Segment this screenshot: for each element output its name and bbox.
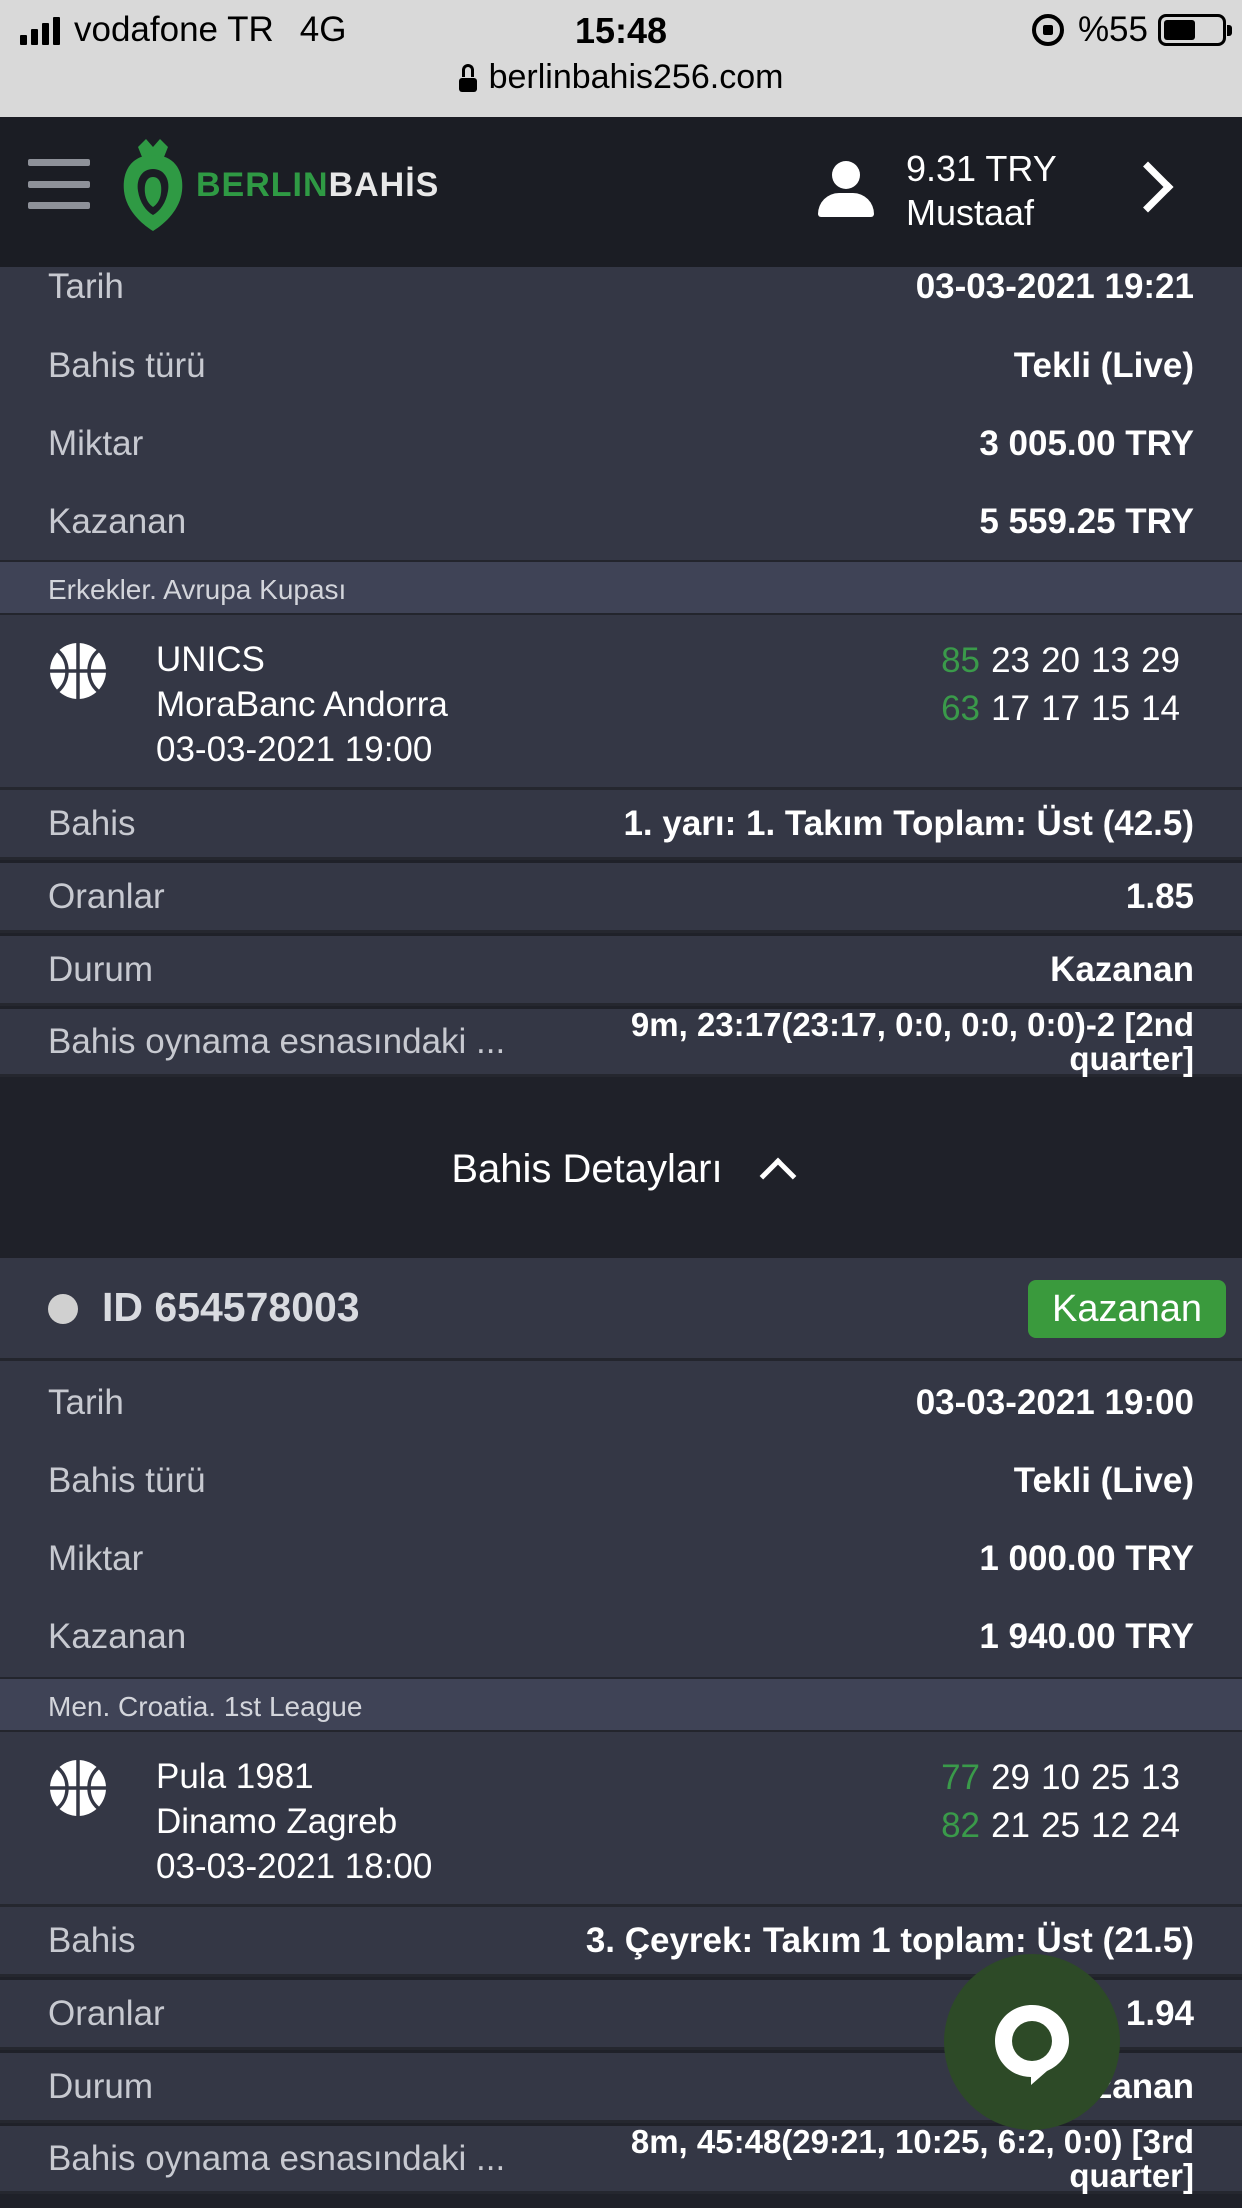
menu-icon[interactable] [28,159,90,209]
status-dot-icon [48,1294,78,1324]
scoreboard: 77 29 10 25 13 82 21 25 12 24 [930,1754,1180,1850]
address-bar[interactable]: berlinbahis256.com [0,58,1242,97]
team-away: MoraBanc Andorra [156,685,448,724]
live-chat-button[interactable] [944,1954,1120,2130]
url-text[interactable]: berlinbahis256.com [489,58,784,97]
summary-row-amount: Miktar 3 005.00 TRY [48,424,1194,463]
lion-logo-icon [123,139,183,231]
bet-id: ID 654578003 [102,1284,360,1330]
summary-row-winnings: Kazanan 1 940.00 TRY [48,1617,1194,1656]
chat-icon [995,2005,1069,2085]
account-info[interactable]: 9.31 TRY Mustaaf [906,147,1057,235]
team-home: Pula 1981 [156,1757,314,1796]
logo-text-white: BAHİS [328,165,440,204]
lock-icon [458,63,477,92]
detail-row-live-info: Bahis oynama esnasındaki ... 8m, 45:48(2… [0,2124,1242,2194]
team-home: UNICS [156,640,265,679]
balance-amount: 9.31 TRY [906,148,1057,189]
toggle-label: Bahis Detayları [451,1146,723,1191]
league-name: Men. Croatia. 1st League [0,1677,1242,1732]
match-datetime: 03-03-2021 18:00 [156,1847,433,1886]
app-header: BERLINBAHİS 9.31 TRY Mustaaf [0,117,1242,267]
summary-row-type: Bahis türü Tekli (Live) [48,1461,1194,1500]
league-name: Erkekler. Avrupa Kupası [0,560,1242,615]
summary-row-winnings: Kazanan 5 559.25 TRY [48,502,1194,541]
bet-details-toggle[interactable]: Bahis Detayları [0,1100,1242,1238]
home-scores: 85 23 20 13 29 [941,641,1180,680]
away-scores: 82 21 25 12 24 [941,1806,1180,1845]
away-scores: 63 17 17 15 14 [941,689,1180,728]
detail-row-live-info: Bahis oynama esnasındaki ... 9m, 23:17(2… [0,1007,1242,1077]
logo[interactable]: BERLINBAHİS [118,139,439,231]
basketball-icon [50,1760,106,1816]
username: Mustaaf [906,192,1035,233]
logo-text-green: BERLIN [196,165,329,204]
home-scores: 77 29 10 25 13 [941,1758,1180,1797]
battery-icon [1158,14,1232,46]
scoreboard: 85 23 20 13 29 63 17 17 15 14 [930,637,1180,733]
chevron-up-icon [759,1157,796,1195]
summary-row-amount: Miktar 1 000.00 TRY [48,1539,1194,1578]
chevron-right-icon[interactable] [1122,161,1174,213]
battery-percent: %55 [1077,10,1148,49]
detail-row-odds: Oranlar 1.85 [0,863,1242,933]
summary-row-date: Tarih 03-03-2021 19:00 [48,1383,1194,1422]
rotation-lock-icon [1031,14,1064,46]
summary-row-date: Tarih 03-03-2021 19:21 [48,267,1194,306]
user-icon[interactable] [818,161,874,219]
detail-row-bet: Bahis 1. yarı: 1. Takım Toplam: Üst (42.5… [0,790,1242,860]
ios-status-bar: vodafone TR 4G 15:48 %55 berlinbahis256.… [0,0,1242,117]
match-datetime: 03-03-2021 19:00 [156,730,433,769]
status-badge: Kazanan [1027,1280,1226,1338]
basketball-icon [50,643,106,699]
team-away: Dinamo Zagreb [156,1802,398,1841]
match-card: UNICS MoraBanc Andorra 03-03-2021 19:00 … [0,615,1242,790]
bet-header: ID 654578003 Kazanan [0,1258,1242,1361]
summary-row-type: Bahis türü Tekli (Live) [48,346,1194,385]
detail-row-status: Durum Kazanan [0,936,1242,1006]
match-card: Pula 1981 Dinamo Zagreb 03-03-2021 18:00… [0,1732,1242,1907]
